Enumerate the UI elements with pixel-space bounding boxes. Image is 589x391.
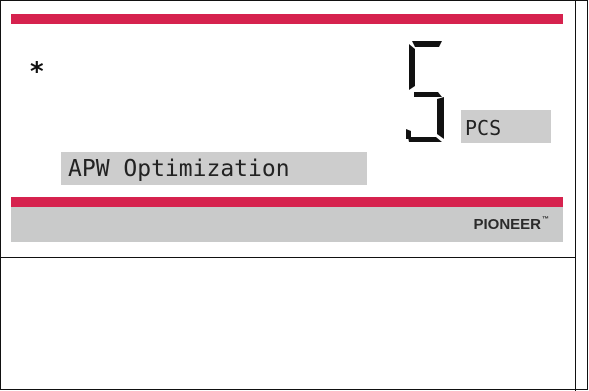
segment-lower-right [437,97,444,139]
top-accent-bar [11,14,563,24]
segment-lower-left-stub [406,129,411,139]
mode-label: APW Optimization [68,156,290,182]
mode-label-box: APW Optimization [61,152,367,185]
bottom-accent-bar [11,197,563,207]
brand-name: PIONEER [473,216,541,233]
stability-indicator-icon: * [30,57,44,87]
segment-bottom [408,137,442,142]
segment-middle [414,92,442,97]
scale-display-panel: * 5 PCS APW Optimization PIONEER™ [11,9,563,242]
seven-segment-digit: 5 [406,41,444,142]
trademark-symbol: ™ [542,216,549,223]
brand-footer-bar: PIONEER™ [11,207,563,242]
brand-logo: PIONEER™ [473,216,549,233]
segment-top [412,41,442,47]
table-row-divider [0,257,576,258]
table-column-divider [575,0,576,391]
segment-upper-left [409,44,415,90]
unit-label: PCS [465,116,502,140]
unit-box: PCS [461,110,551,143]
